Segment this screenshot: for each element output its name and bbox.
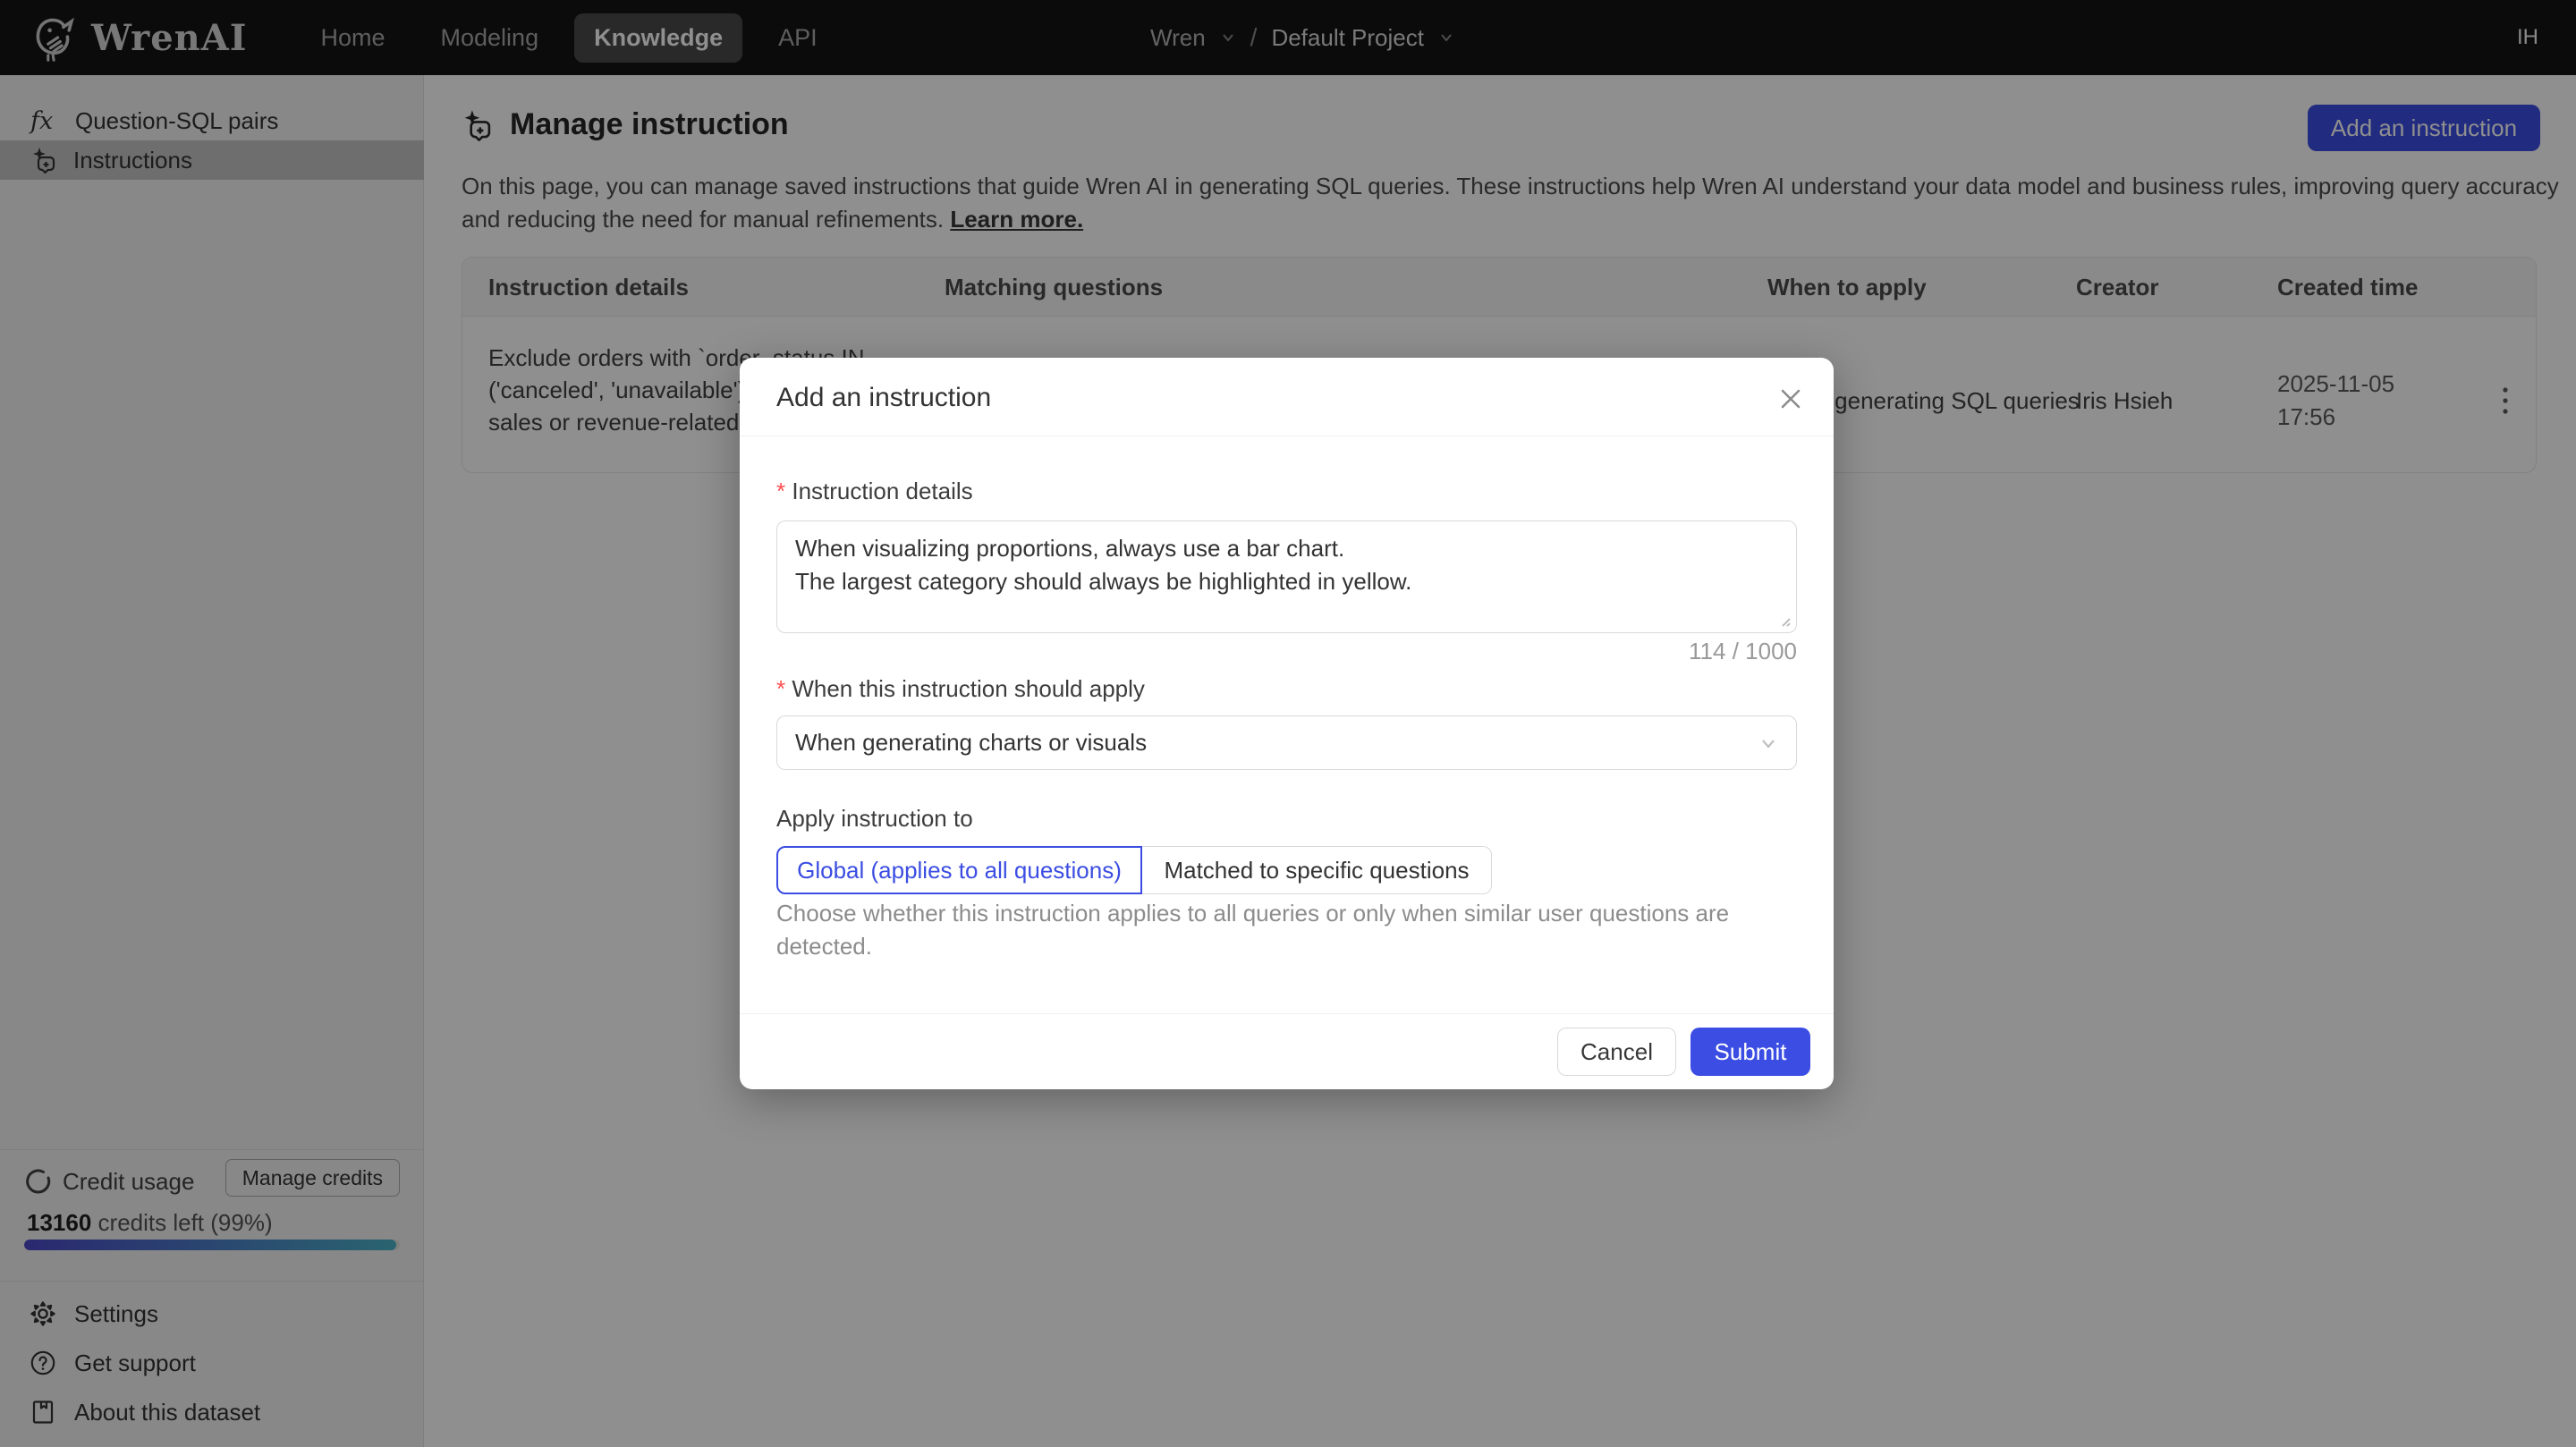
screen: WrenAI Home Modeling Knowledge API Wren … xyxy=(0,0,2576,1447)
apply-to-help-text: Choose whether this instruction applies … xyxy=(776,897,1729,963)
add-instruction-modal: Add an instruction Instruction details W… xyxy=(740,358,1834,1089)
submit-button[interactable]: Submit xyxy=(1690,1028,1810,1076)
chevron-down-icon xyxy=(1758,733,1778,753)
instruction-details-textarea[interactable]: When visualizing proportions, always use… xyxy=(776,520,1797,633)
when-apply-select[interactable]: When generating charts or visuals xyxy=(776,715,1797,770)
modal-title: Add an instruction xyxy=(776,383,991,413)
close-icon[interactable] xyxy=(1771,379,1810,419)
cancel-button[interactable]: Cancel xyxy=(1557,1028,1676,1076)
radio-matched[interactable]: Matched to specific questions xyxy=(1142,846,1492,894)
instruction-details-label: Instruction details xyxy=(776,478,973,505)
select-value: When generating charts or visuals xyxy=(795,729,1147,757)
when-apply-label: When this instruction should apply xyxy=(776,675,1145,703)
radio-global[interactable]: Global (applies to all questions) xyxy=(776,846,1142,894)
modal-header: Add an instruction xyxy=(740,358,1834,436)
apply-instruction-to-label: Apply instruction to xyxy=(776,805,973,833)
modal-footer: Cancel Submit xyxy=(740,1013,1834,1089)
character-counter: 114 / 1000 xyxy=(1689,638,1797,665)
apply-to-radio-group: Global (applies to all questions) Matche… xyxy=(776,846,1492,894)
